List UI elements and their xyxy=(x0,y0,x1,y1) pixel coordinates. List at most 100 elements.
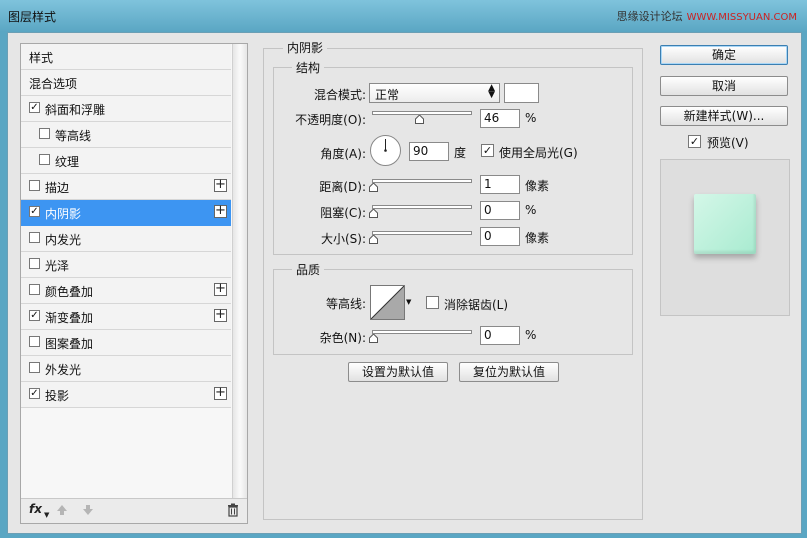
style-list-footer: fx ▼ xyxy=(21,498,247,523)
watermark: 思缘设计论坛 WWW.MISSYUAN.COM xyxy=(617,8,797,24)
window-title: 图层样式 xyxy=(8,10,57,24)
style-list-item-label: 图案叠加 xyxy=(45,337,94,351)
style-list-item[interactable]: 外发光 xyxy=(21,356,231,382)
size-slider[interactable] xyxy=(369,231,472,244)
style-list-item[interactable]: 纹理 xyxy=(21,148,231,174)
choke-slider[interactable] xyxy=(369,205,472,218)
choke-input[interactable]: 0 xyxy=(480,201,520,220)
style-checkbox[interactable] xyxy=(29,362,40,373)
add-effect-plus-icon[interactable]: + xyxy=(214,282,227,296)
contour-label: 等高线: xyxy=(325,297,366,311)
angle-label: 角度(A): xyxy=(320,147,366,161)
style-list-item[interactable]: 样式 xyxy=(21,44,231,70)
contour-linear-icon xyxy=(370,285,405,320)
title-bar[interactable]: 图层样式 思缘设计论坛 WWW.MISSYUAN.COM xyxy=(0,0,807,32)
watermark-site: 思缘设计论坛 xyxy=(616,10,683,23)
dialog-body: 样式 混合选项 ✓ 斜面和浮雕 等高线 纹理 描边 + ✓ 内阴影 + 内发光 光泽 颜色叠加 + ✓ 渐变叠加… xyxy=(7,32,802,534)
size-slider-thumb[interactable] xyxy=(369,235,378,244)
blend-mode-select[interactable]: 正常 ▲ ▼ xyxy=(369,83,500,103)
style-checkbox[interactable] xyxy=(39,128,50,139)
anti-alias-checkbox[interactable] xyxy=(426,296,439,309)
contour-picker[interactable] xyxy=(370,285,405,320)
cancel-button[interactable]: 取消 xyxy=(660,76,788,96)
checkmark-icon: ✓ xyxy=(482,144,493,157)
shadow-color-swatch[interactable] xyxy=(504,83,539,103)
add-effect-plus-icon[interactable]: + xyxy=(214,204,227,218)
distance-input[interactable]: 1 xyxy=(480,175,520,194)
style-list-item[interactable]: ✓ 内阴影 + xyxy=(21,200,231,226)
preview-thumbnail xyxy=(694,194,756,254)
distance-slider-thumb[interactable] xyxy=(369,183,378,192)
style-list-item-label: 渐变叠加 xyxy=(45,311,94,325)
style-list-item[interactable]: 颜色叠加 + xyxy=(21,278,231,304)
add-effect-plus-icon[interactable]: + xyxy=(214,386,227,400)
style-checkbox[interactable] xyxy=(29,258,40,269)
layer-style-dialog: 图层样式 思缘设计论坛 WWW.MISSYUAN.COM 样式 混合选项 ✓ 斜面和浮雕… xyxy=(0,0,807,538)
size-input[interactable]: 0 xyxy=(480,227,520,246)
size-unit: 像素 xyxy=(525,231,550,245)
preview-checkbox[interactable]: ✓ xyxy=(688,135,701,148)
style-list-scrollbar[interactable] xyxy=(232,44,247,499)
style-checkbox[interactable]: ✓ xyxy=(29,388,40,399)
distance-slider[interactable] xyxy=(369,179,472,192)
style-checkbox[interactable] xyxy=(29,232,40,243)
style-list-item-label: 纹理 xyxy=(55,155,80,169)
quality-title: 品质 xyxy=(292,261,325,278)
choke-slider-thumb[interactable] xyxy=(369,209,378,218)
style-checkbox[interactable]: ✓ xyxy=(29,310,40,321)
angle-unit: 度 xyxy=(454,146,467,160)
style-list-item[interactable]: 图案叠加 xyxy=(21,330,231,356)
style-checkbox[interactable] xyxy=(39,154,50,165)
preview-area xyxy=(660,159,790,316)
move-down-icon[interactable] xyxy=(81,503,95,517)
opacity-slider[interactable] xyxy=(372,111,472,124)
style-list-item[interactable]: ✓ 渐变叠加 + xyxy=(21,304,231,330)
style-list-item[interactable]: ✓ 投影 + xyxy=(21,382,231,408)
set-default-button[interactable]: 设置为默认值 xyxy=(348,362,448,382)
opacity-slider-thumb[interactable] xyxy=(414,115,424,124)
inner-shadow-title: 内阴影 xyxy=(283,39,328,56)
angle-dial[interactable] xyxy=(370,135,401,166)
global-light-checkbox[interactable]: ✓ xyxy=(481,144,494,157)
preview-label: 预览(V) xyxy=(707,136,749,150)
opacity-input[interactable]: 46 xyxy=(480,109,520,128)
angle-dial-needle-icon xyxy=(384,139,387,152)
distance-label: 距离(D): xyxy=(319,180,366,194)
trash-icon[interactable] xyxy=(227,503,239,517)
style-list-item[interactable]: 等高线 xyxy=(21,122,231,148)
select-updown-icon: ▲ ▼ xyxy=(488,83,495,100)
style-checkbox[interactable]: ✓ xyxy=(29,102,40,113)
style-list-item[interactable]: 内发光 xyxy=(21,226,231,252)
style-list-item-label: 光泽 xyxy=(45,259,70,273)
style-checkbox[interactable]: ✓ xyxy=(29,206,40,217)
blend-mode-label: 混合模式: xyxy=(313,88,366,102)
noise-slider-thumb[interactable] xyxy=(369,334,378,343)
style-checkbox[interactable] xyxy=(29,284,40,295)
style-list-item[interactable]: 混合选项 xyxy=(21,70,231,96)
noise-input[interactable]: 0 xyxy=(480,326,520,345)
style-list-item-label: 描边 xyxy=(45,181,70,195)
add-effect-plus-icon[interactable]: + xyxy=(214,178,227,192)
move-up-icon[interactable] xyxy=(55,503,69,517)
style-list-item-label: 外发光 xyxy=(45,363,82,377)
fx-menu-icon[interactable]: fx xyxy=(29,502,42,516)
style-list: 样式 混合选项 ✓ 斜面和浮雕 等高线 纹理 描边 + ✓ 内阴影 + 内发光 光泽 颜色叠加 + ✓ 渐变叠加… xyxy=(20,43,248,524)
blend-mode-value: 正常 xyxy=(375,88,400,102)
add-effect-plus-icon[interactable]: + xyxy=(214,308,227,322)
style-checkbox[interactable] xyxy=(29,336,40,347)
style-list-item[interactable]: 光泽 xyxy=(21,252,231,278)
style-list-item[interactable]: ✓ 斜面和浮雕 xyxy=(21,96,231,122)
noise-slider[interactable] xyxy=(369,330,472,343)
new-style-button[interactable]: 新建样式(W)... xyxy=(660,106,788,126)
ok-button[interactable]: 确定 xyxy=(660,45,788,65)
contour-caret-icon[interactable]: ▼ xyxy=(406,298,411,306)
angle-input[interactable]: 90 xyxy=(409,142,449,161)
opacity-label: 不透明度(O): xyxy=(295,113,366,127)
style-checkbox[interactable] xyxy=(29,180,40,191)
checkmark-icon: ✓ xyxy=(689,135,700,148)
watermark-url: WWW.MISSYUAN.COM xyxy=(686,12,797,23)
choke-label: 阻塞(C): xyxy=(320,206,366,220)
style-list-item-label: 斜面和浮雕 xyxy=(45,103,106,117)
reset-default-button[interactable]: 复位为默认值 xyxy=(459,362,559,382)
style-list-item[interactable]: 描边 + xyxy=(21,174,231,200)
